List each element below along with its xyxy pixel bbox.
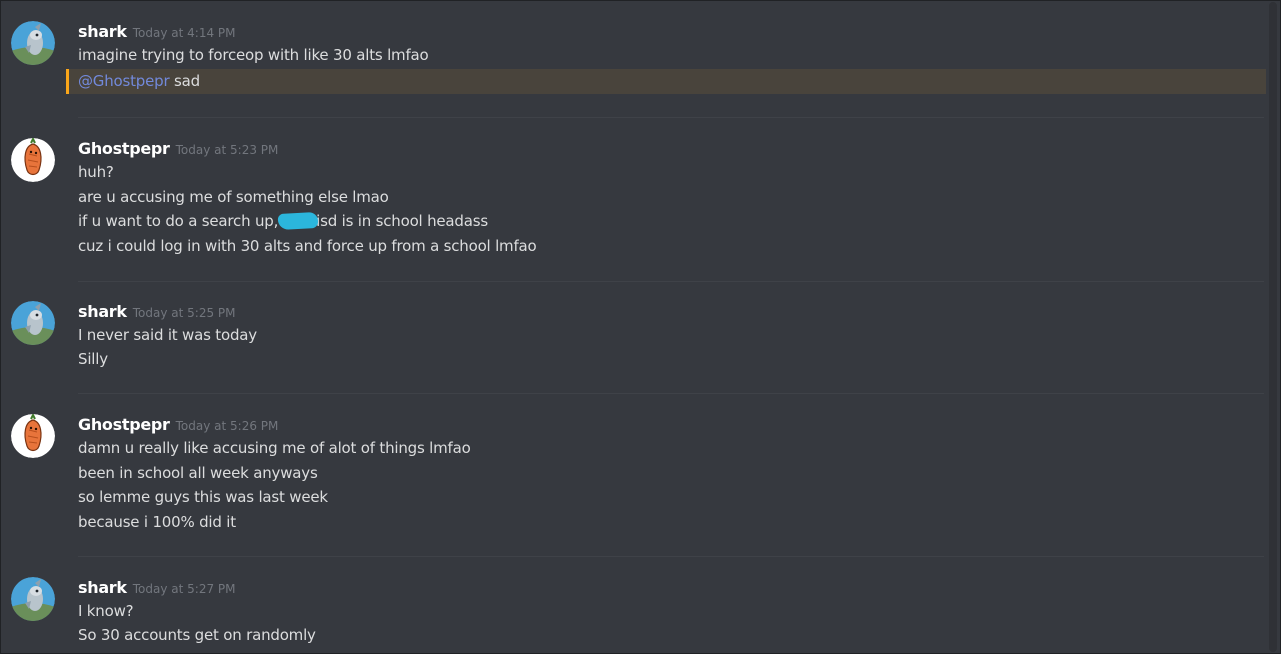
message-header: shark Today at 5:25 PM [78,302,236,322]
timestamp[interactable]: Today at 5:26 PM [176,419,279,433]
ghostpepr-avatar[interactable] [11,138,55,182]
redaction-scribble [277,211,319,231]
mention-message-line: @Ghostpepr sad [78,72,200,90]
timestamp[interactable]: Today at 5:27 PM [133,582,236,596]
message-line: so lemme guys this was last week [78,488,328,506]
scrollbar-thumb[interactable] [1269,2,1277,652]
message-divider [78,556,1264,557]
message-line: So 30 accounts get on randomly [78,626,316,644]
pepper-avatar-icon [11,414,55,458]
mention-message-text: sad [169,72,200,90]
message-line: because i 100% did it [78,513,236,531]
message-line: Silly [78,350,108,368]
message-line: cuz i could log in with 30 alts and forc… [78,237,537,255]
message-header: shark Today at 5:27 PM [78,578,236,598]
message-line: I never said it was today [78,326,257,344]
message-header: Ghostpepr Today at 5:26 PM [78,415,278,435]
message-line: I know? [78,602,134,620]
message-line: are u accusing me of something else lmao [78,188,389,206]
user-mention[interactable]: @Ghostpepr [78,72,170,90]
mention-highlight [66,69,1269,94]
timestamp[interactable]: Today at 4:14 PM [133,26,236,40]
username[interactable]: Ghostpepr [78,415,170,434]
shark-avatar-icon [11,577,55,621]
message-divider [78,281,1264,282]
message-line: huh? [78,163,114,181]
message-header: Ghostpepr Today at 5:23 PM [78,139,278,159]
username[interactable]: shark [78,302,127,321]
message-line: been in school all week anyways [78,464,318,482]
username[interactable]: Ghostpepr [78,139,170,158]
message-line-redacted: if u want to do a search up, isd is in sc… [78,211,488,231]
pepper-avatar-icon [11,138,55,182]
message-header: shark Today at 4:14 PM [78,22,236,42]
timestamp[interactable]: Today at 5:23 PM [176,143,279,157]
message-line: imagine trying to forceop with like 30 a… [78,46,429,64]
timestamp[interactable]: Today at 5:25 PM [133,306,236,320]
message-text-part: if u want to do a search up, [78,212,279,230]
message-line: damn u really like accusing me of alot o… [78,439,471,457]
username[interactable]: shark [78,22,127,41]
username[interactable]: shark [78,578,127,597]
message-divider [78,117,1264,118]
message-divider [78,393,1264,394]
shark-avatar[interactable] [11,577,55,621]
shark-avatar[interactable] [11,301,55,345]
shark-avatar-icon [11,301,55,345]
ghostpepr-avatar[interactable] [11,414,55,458]
message-text-part: isd is in school headass [316,212,488,230]
shark-avatar-icon [11,21,55,65]
shark-avatar[interactable] [11,21,55,65]
